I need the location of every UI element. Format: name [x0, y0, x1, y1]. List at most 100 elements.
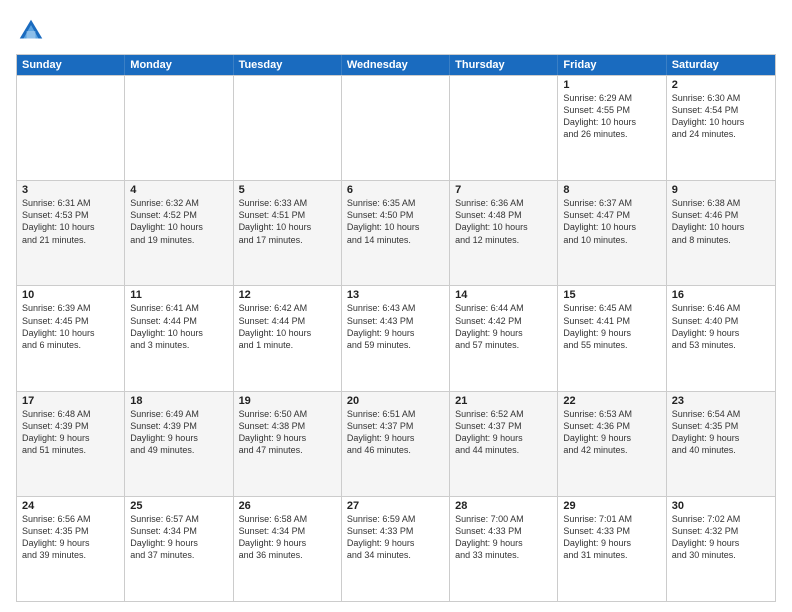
day-number: 26: [239, 500, 336, 512]
day-number: 6: [347, 184, 444, 196]
day-number: 1: [563, 79, 660, 91]
day-info: Sunrise: 6:42 AMSunset: 4:44 PMDaylight:…: [239, 302, 336, 351]
day-cell-24: 24Sunrise: 6:56 AMSunset: 4:35 PMDayligh…: [17, 497, 125, 601]
calendar-header: SundayMondayTuesdayWednesdayThursdayFrid…: [17, 55, 775, 75]
page: SundayMondayTuesdayWednesdayThursdayFrid…: [0, 0, 792, 612]
day-cell-13: 13Sunrise: 6:43 AMSunset: 4:43 PMDayligh…: [342, 286, 450, 390]
day-number: 29: [563, 500, 660, 512]
day-info: Sunrise: 6:33 AMSunset: 4:51 PMDaylight:…: [239, 197, 336, 246]
header-day-friday: Friday: [558, 55, 666, 75]
day-number: 17: [22, 395, 119, 407]
day-info: Sunrise: 6:46 AMSunset: 4:40 PMDaylight:…: [672, 302, 770, 351]
day-info: Sunrise: 6:32 AMSunset: 4:52 PMDaylight:…: [130, 197, 227, 246]
calendar-row-3: 10Sunrise: 6:39 AMSunset: 4:45 PMDayligh…: [17, 285, 775, 390]
day-cell-20: 20Sunrise: 6:51 AMSunset: 4:37 PMDayligh…: [342, 392, 450, 496]
day-info: Sunrise: 6:59 AMSunset: 4:33 PMDaylight:…: [347, 513, 444, 562]
day-number: 21: [455, 395, 552, 407]
day-cell-10: 10Sunrise: 6:39 AMSunset: 4:45 PMDayligh…: [17, 286, 125, 390]
day-cell-5: 5Sunrise: 6:33 AMSunset: 4:51 PMDaylight…: [234, 181, 342, 285]
day-number: 24: [22, 500, 119, 512]
logo-icon: [16, 16, 46, 46]
day-cell-8: 8Sunrise: 6:37 AMSunset: 4:47 PMDaylight…: [558, 181, 666, 285]
day-info: Sunrise: 6:39 AMSunset: 4:45 PMDaylight:…: [22, 302, 119, 351]
day-info: Sunrise: 6:53 AMSunset: 4:36 PMDaylight:…: [563, 408, 660, 457]
day-number: 3: [22, 184, 119, 196]
day-info: Sunrise: 6:44 AMSunset: 4:42 PMDaylight:…: [455, 302, 552, 351]
day-number: 20: [347, 395, 444, 407]
day-number: 18: [130, 395, 227, 407]
day-info: Sunrise: 6:38 AMSunset: 4:46 PMDaylight:…: [672, 197, 770, 246]
empty-cell-0-2: [234, 76, 342, 180]
day-cell-21: 21Sunrise: 6:52 AMSunset: 4:37 PMDayligh…: [450, 392, 558, 496]
day-info: Sunrise: 6:30 AMSunset: 4:54 PMDaylight:…: [672, 92, 770, 141]
day-info: Sunrise: 6:36 AMSunset: 4:48 PMDaylight:…: [455, 197, 552, 246]
day-number: 23: [672, 395, 770, 407]
header-day-tuesday: Tuesday: [234, 55, 342, 75]
header-day-thursday: Thursday: [450, 55, 558, 75]
day-number: 8: [563, 184, 660, 196]
day-cell-12: 12Sunrise: 6:42 AMSunset: 4:44 PMDayligh…: [234, 286, 342, 390]
day-cell-11: 11Sunrise: 6:41 AMSunset: 4:44 PMDayligh…: [125, 286, 233, 390]
day-number: 14: [455, 289, 552, 301]
day-cell-14: 14Sunrise: 6:44 AMSunset: 4:42 PMDayligh…: [450, 286, 558, 390]
day-info: Sunrise: 6:43 AMSunset: 4:43 PMDaylight:…: [347, 302, 444, 351]
day-cell-9: 9Sunrise: 6:38 AMSunset: 4:46 PMDaylight…: [667, 181, 775, 285]
day-cell-23: 23Sunrise: 6:54 AMSunset: 4:35 PMDayligh…: [667, 392, 775, 496]
day-number: 22: [563, 395, 660, 407]
day-info: Sunrise: 6:31 AMSunset: 4:53 PMDaylight:…: [22, 197, 119, 246]
day-info: Sunrise: 6:41 AMSunset: 4:44 PMDaylight:…: [130, 302, 227, 351]
calendar-row-4: 17Sunrise: 6:48 AMSunset: 4:39 PMDayligh…: [17, 391, 775, 496]
calendar-body: 1Sunrise: 6:29 AMSunset: 4:55 PMDaylight…: [17, 75, 775, 601]
day-info: Sunrise: 6:51 AMSunset: 4:37 PMDaylight:…: [347, 408, 444, 457]
header-day-monday: Monday: [125, 55, 233, 75]
day-number: 25: [130, 500, 227, 512]
empty-cell-0-3: [342, 76, 450, 180]
header-day-saturday: Saturday: [667, 55, 775, 75]
day-number: 12: [239, 289, 336, 301]
day-info: Sunrise: 6:50 AMSunset: 4:38 PMDaylight:…: [239, 408, 336, 457]
day-number: 30: [672, 500, 770, 512]
calendar-row-2: 3Sunrise: 6:31 AMSunset: 4:53 PMDaylight…: [17, 180, 775, 285]
day-info: Sunrise: 6:49 AMSunset: 4:39 PMDaylight:…: [130, 408, 227, 457]
day-info: Sunrise: 6:52 AMSunset: 4:37 PMDaylight:…: [455, 408, 552, 457]
day-number: 19: [239, 395, 336, 407]
logo: [16, 16, 50, 46]
day-cell-2: 2Sunrise: 6:30 AMSunset: 4:54 PMDaylight…: [667, 76, 775, 180]
header: [16, 16, 776, 46]
day-info: Sunrise: 7:02 AMSunset: 4:32 PMDaylight:…: [672, 513, 770, 562]
calendar: SundayMondayTuesdayWednesdayThursdayFrid…: [16, 54, 776, 602]
day-number: 15: [563, 289, 660, 301]
day-number: 9: [672, 184, 770, 196]
day-info: Sunrise: 6:56 AMSunset: 4:35 PMDaylight:…: [22, 513, 119, 562]
day-cell-30: 30Sunrise: 7:02 AMSunset: 4:32 PMDayligh…: [667, 497, 775, 601]
day-number: 5: [239, 184, 336, 196]
empty-cell-0-0: [17, 76, 125, 180]
day-cell-4: 4Sunrise: 6:32 AMSunset: 4:52 PMDaylight…: [125, 181, 233, 285]
day-number: 28: [455, 500, 552, 512]
day-number: 11: [130, 289, 227, 301]
day-number: 13: [347, 289, 444, 301]
empty-cell-0-4: [450, 76, 558, 180]
day-cell-18: 18Sunrise: 6:49 AMSunset: 4:39 PMDayligh…: [125, 392, 233, 496]
empty-cell-0-1: [125, 76, 233, 180]
day-number: 7: [455, 184, 552, 196]
day-number: 27: [347, 500, 444, 512]
day-info: Sunrise: 7:01 AMSunset: 4:33 PMDaylight:…: [563, 513, 660, 562]
day-number: 4: [130, 184, 227, 196]
day-info: Sunrise: 6:57 AMSunset: 4:34 PMDaylight:…: [130, 513, 227, 562]
day-info: Sunrise: 6:45 AMSunset: 4:41 PMDaylight:…: [563, 302, 660, 351]
day-info: Sunrise: 6:37 AMSunset: 4:47 PMDaylight:…: [563, 197, 660, 246]
day-cell-27: 27Sunrise: 6:59 AMSunset: 4:33 PMDayligh…: [342, 497, 450, 601]
day-info: Sunrise: 6:58 AMSunset: 4:34 PMDaylight:…: [239, 513, 336, 562]
day-cell-26: 26Sunrise: 6:58 AMSunset: 4:34 PMDayligh…: [234, 497, 342, 601]
day-info: Sunrise: 7:00 AMSunset: 4:33 PMDaylight:…: [455, 513, 552, 562]
day-cell-22: 22Sunrise: 6:53 AMSunset: 4:36 PMDayligh…: [558, 392, 666, 496]
day-cell-15: 15Sunrise: 6:45 AMSunset: 4:41 PMDayligh…: [558, 286, 666, 390]
day-cell-16: 16Sunrise: 6:46 AMSunset: 4:40 PMDayligh…: [667, 286, 775, 390]
day-cell-1: 1Sunrise: 6:29 AMSunset: 4:55 PMDaylight…: [558, 76, 666, 180]
day-cell-7: 7Sunrise: 6:36 AMSunset: 4:48 PMDaylight…: [450, 181, 558, 285]
day-cell-17: 17Sunrise: 6:48 AMSunset: 4:39 PMDayligh…: [17, 392, 125, 496]
header-day-sunday: Sunday: [17, 55, 125, 75]
day-cell-6: 6Sunrise: 6:35 AMSunset: 4:50 PMDaylight…: [342, 181, 450, 285]
day-number: 10: [22, 289, 119, 301]
